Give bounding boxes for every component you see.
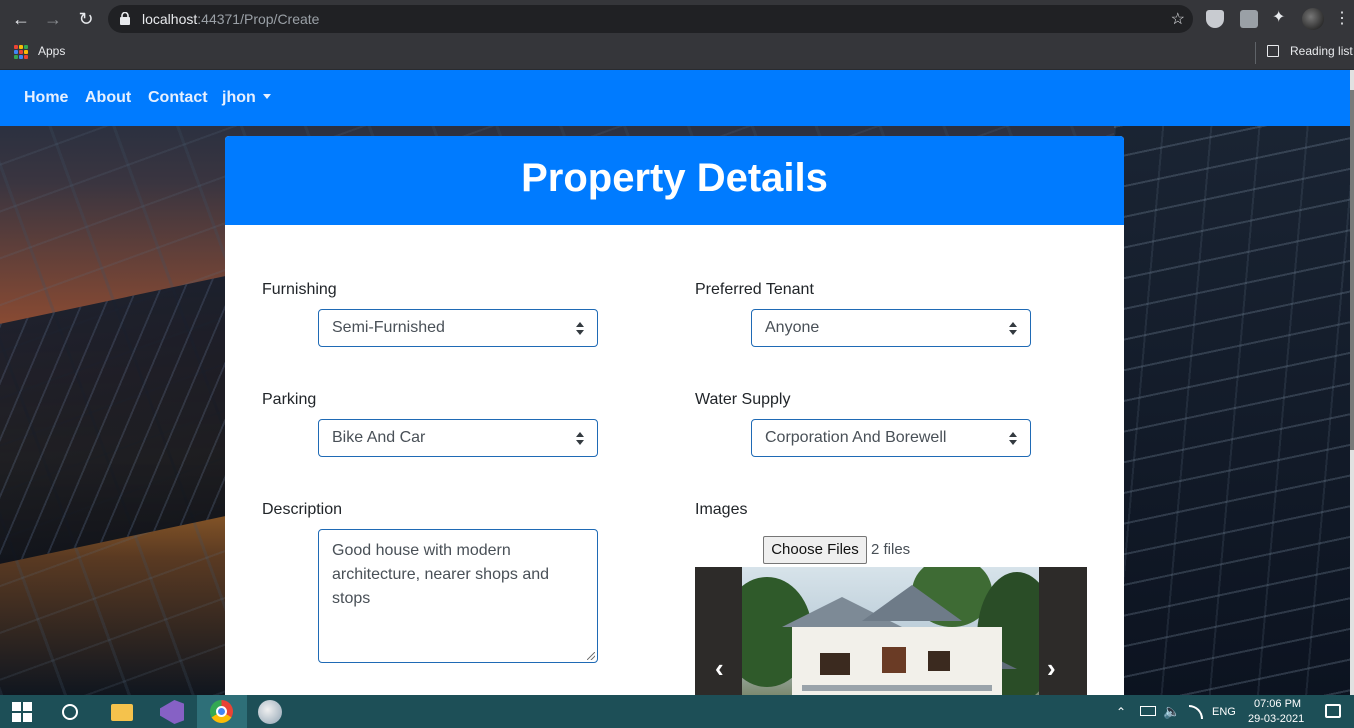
wifi-icon[interactable]: [1189, 705, 1203, 719]
property-details-card: Property Details Furnishing Semi-Furnish…: [225, 136, 1124, 695]
page-viewport: Home About Contact jhon Property Details…: [0, 70, 1354, 695]
reading-list-icon[interactable]: [1267, 45, 1279, 57]
furnishing-label: Furnishing: [262, 281, 337, 298]
forward-icon[interactable]: →: [42, 8, 64, 30]
water-supply-value: Corporation And Borewell: [765, 429, 947, 446]
description-text: Good house with modern architecture, nea…: [332, 542, 550, 607]
description-label: Description: [262, 501, 343, 518]
puzzle-extensions-icon[interactable]: ✦: [1272, 9, 1290, 27]
chrome-active-tab[interactable]: [197, 695, 247, 728]
nav-contact-link[interactable]: Contact: [148, 89, 208, 107]
apps-bookmark[interactable]: Apps: [38, 44, 65, 58]
paint-icon[interactable]: [258, 700, 282, 724]
parking-value: Bike And Car: [332, 429, 426, 446]
chrome-icon: [210, 700, 233, 723]
preferred-tenant-select[interactable]: Anyone: [751, 309, 1031, 347]
preferred-tenant-value: Anyone: [765, 319, 820, 336]
image-carousel: ‹ ›: [695, 567, 1087, 695]
reading-list-button[interactable]: Reading list: [1290, 44, 1353, 58]
images-label: Images: [695, 501, 748, 518]
nav-home-link[interactable]: Home: [24, 89, 68, 107]
chevron-left-icon[interactable]: ‹: [715, 653, 724, 684]
battery-icon[interactable]: [1140, 706, 1156, 716]
browser-toolbar: ← → ↻ localhost:44371/Prop/Create ☆ ✦ ⋮: [0, 0, 1354, 38]
clock-time[interactable]: 07:06 PM: [1254, 698, 1301, 710]
furnishing-select[interactable]: Semi-Furnished: [318, 309, 598, 347]
apps-grid-icon[interactable]: [14, 45, 28, 59]
select-arrows-icon: [576, 432, 584, 446]
select-arrows-icon: [1009, 432, 1017, 446]
bookmark-star-icon[interactable]: ☆: [1171, 9, 1185, 29]
notifications-icon[interactable]: [1325, 704, 1341, 718]
background-building: [0, 276, 225, 564]
nav-about-link[interactable]: About: [85, 89, 131, 107]
menu-kebab-icon[interactable]: ⋮: [1334, 8, 1350, 30]
background-building-right: [1114, 126, 1354, 695]
windows-start-icon[interactable]: [12, 702, 32, 722]
extension-icon[interactable]: [1240, 10, 1258, 28]
tray-chevron-up-icon[interactable]: ⌃: [1116, 705, 1126, 719]
reload-icon[interactable]: ↻: [75, 8, 97, 30]
chevron-right-icon[interactable]: ›: [1047, 653, 1056, 684]
card-header: Property Details: [225, 136, 1124, 225]
visual-studio-icon[interactable]: [160, 700, 184, 724]
file-count-text: 2 files: [871, 541, 911, 558]
windows-taskbar: ⌃ 🔈 ENG 07:06 PM 29-03-2021: [0, 695, 1354, 728]
page-scrollbar[interactable]: [1350, 70, 1354, 695]
house-image: [742, 567, 1039, 695]
page-title: Property Details: [521, 156, 828, 200]
bookmarks-bar: Apps Reading list: [0, 38, 1354, 70]
description-textarea[interactable]: Good house with modern architecture, nea…: [318, 529, 598, 663]
user-name: jhon: [222, 89, 256, 106]
url-text: localhost:44371/Prop/Create: [142, 11, 320, 27]
select-arrows-icon: [576, 322, 584, 336]
resize-grip-icon[interactable]: [587, 652, 595, 660]
speaker-icon[interactable]: 🔈: [1163, 703, 1180, 720]
select-arrows-icon: [1009, 322, 1017, 336]
preferred-tenant-label: Preferred Tenant: [695, 281, 814, 298]
site-navbar: Home About Contact jhon: [0, 70, 1354, 126]
water-supply-select[interactable]: Corporation And Borewell: [751, 419, 1031, 457]
lock-icon: [120, 12, 130, 25]
parking-select[interactable]: Bike And Car: [318, 419, 598, 457]
file-explorer-icon[interactable]: [111, 704, 133, 721]
search-circle-icon[interactable]: [62, 704, 78, 720]
bookmark-separator: [1255, 42, 1256, 64]
profile-avatar[interactable]: [1302, 8, 1324, 30]
shield-extension-icon[interactable]: [1206, 10, 1224, 28]
scrollbar-thumb[interactable]: [1350, 90, 1354, 450]
parking-label: Parking: [262, 391, 317, 408]
address-bar[interactable]: localhost:44371/Prop/Create ☆: [108, 5, 1193, 33]
clock-date[interactable]: 29-03-2021: [1248, 713, 1304, 725]
water-supply-label: Water Supply: [695, 391, 791, 408]
furnishing-value: Semi-Furnished: [332, 319, 445, 336]
language-indicator[interactable]: ENG: [1212, 706, 1236, 718]
back-icon[interactable]: ←: [10, 8, 32, 30]
user-dropdown-toggle[interactable]: jhon: [222, 89, 271, 107]
caret-down-icon: [262, 94, 271, 99]
choose-files-button[interactable]: Choose Files: [763, 536, 867, 564]
